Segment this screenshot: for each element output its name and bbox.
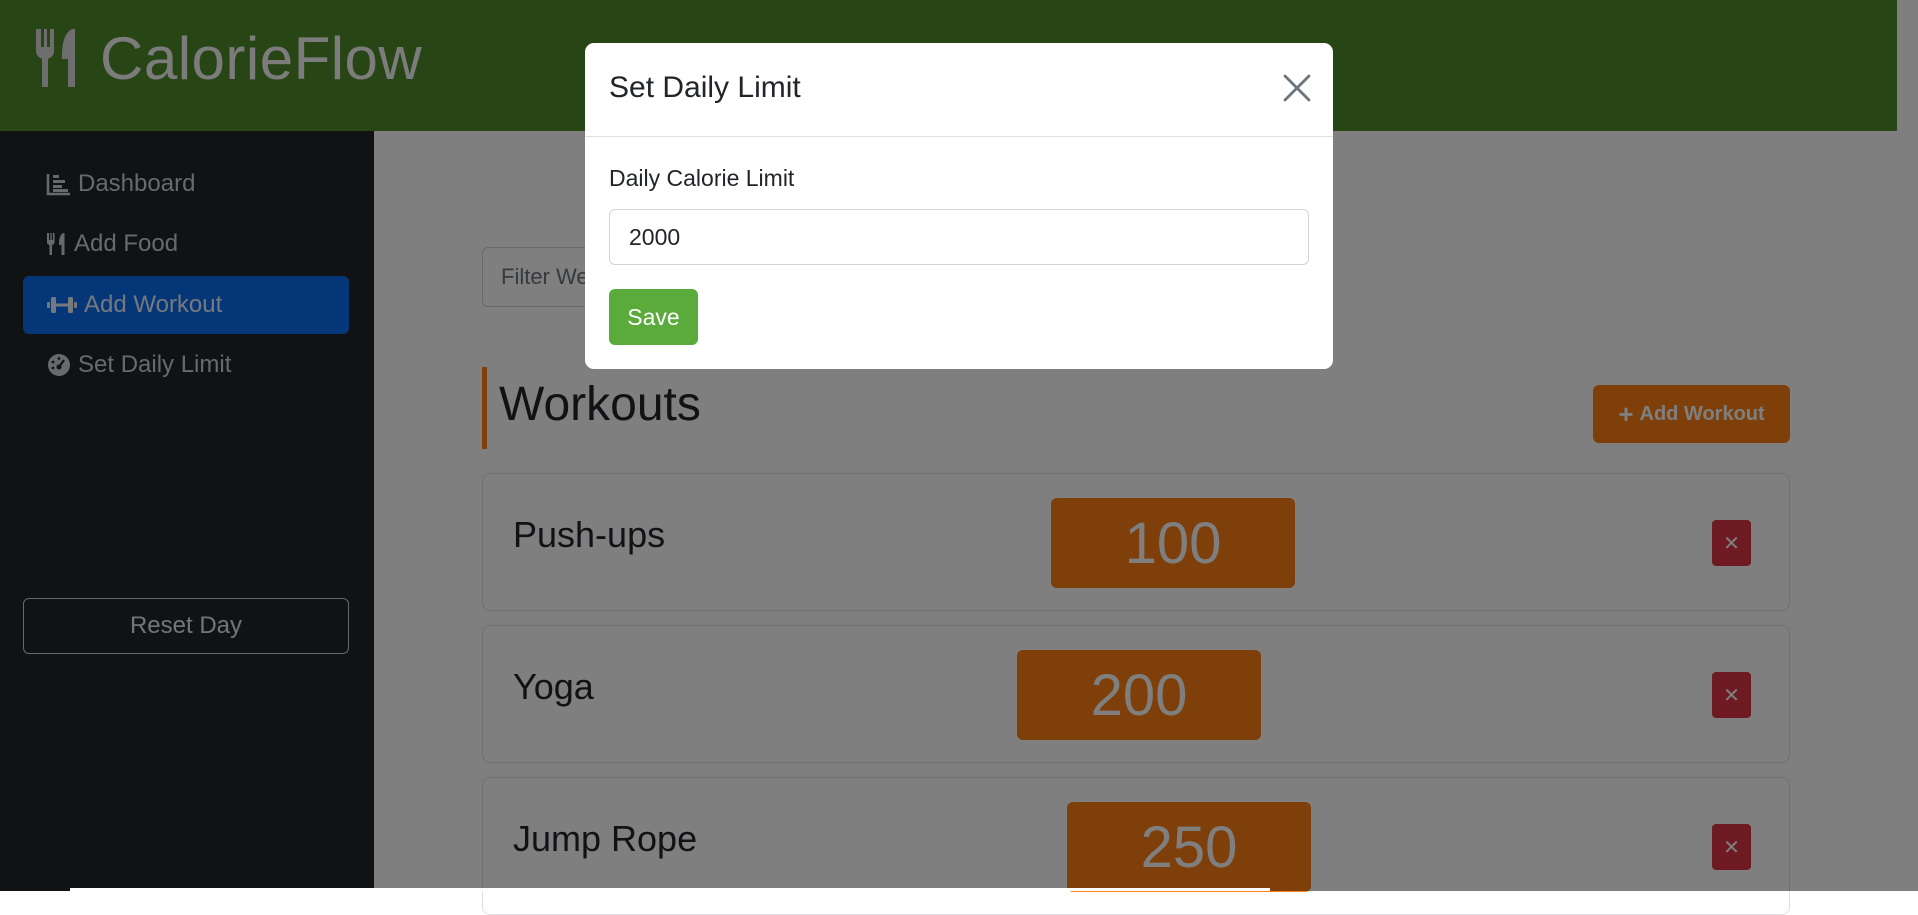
save-button[interactable]: Save (609, 289, 698, 345)
set-daily-limit-modal: Set Daily Limit Daily Calorie Limit 2000… (585, 43, 1333, 369)
modal-title: Set Daily Limit (609, 71, 801, 104)
daily-calorie-limit-label: Daily Calorie Limit (609, 165, 795, 191)
app-root: CalorieFlow Dashboard Add Food (0, 0, 1918, 915)
daily-calorie-limit-input[interactable]: 2000 (609, 209, 1309, 265)
close-icon[interactable] (1280, 71, 1314, 105)
modal-header: Set Daily Limit (585, 43, 1333, 137)
modal-body: Daily Calorie Limit 2000 Save (609, 165, 1309, 345)
